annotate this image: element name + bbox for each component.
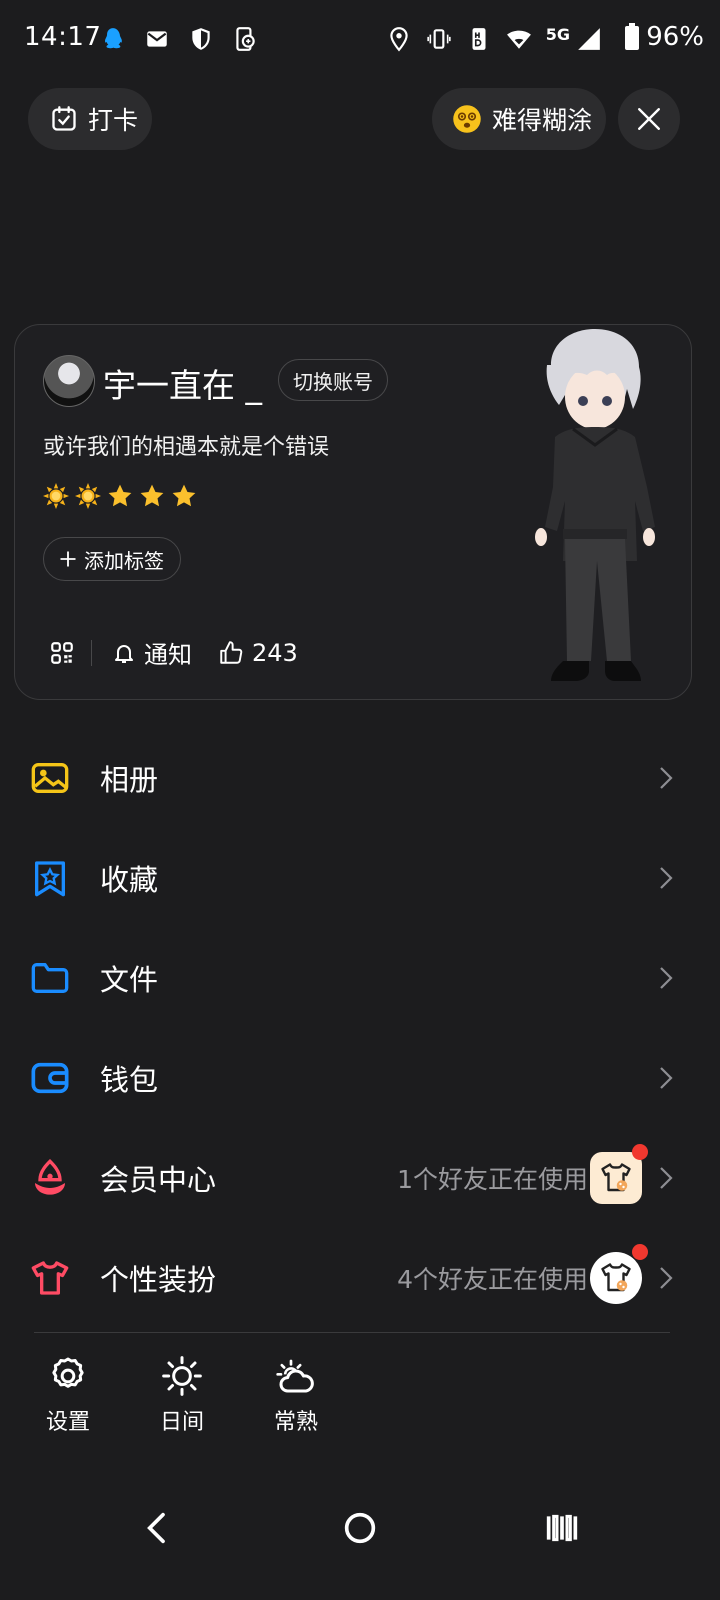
shield-icon [192, 28, 210, 50]
nickname[interactable]: 宇一直在 _ [103, 359, 262, 407]
location-icon [390, 27, 408, 52]
mood-status-button[interactable]: 难得糊涂 [432, 88, 606, 150]
menu-label: 会员中心 [100, 1163, 217, 1197]
phone-sync-icon [236, 27, 255, 51]
chevron-right-icon [660, 767, 673, 789]
menu-label: 相册 [100, 763, 159, 797]
tshirt-icon [31, 1261, 69, 1295]
plus-icon [60, 551, 76, 567]
notification-icons [100, 26, 258, 52]
menu-label: 文件 [100, 963, 159, 997]
vibrate-icon [427, 29, 451, 49]
qq-penguin-icon [105, 28, 122, 49]
battery-status: 96% [624, 22, 704, 52]
checkin-label: 打卡 [88, 106, 139, 135]
chevron-right-icon [660, 1267, 673, 1289]
weather-button[interactable]: 常熟 [256, 1356, 336, 1436]
calendar-check-icon [52, 106, 76, 131]
signature[interactable]: 或许我们的相遇本就是个错误 [43, 429, 329, 461]
tshirt-palette-icon [601, 1263, 631, 1292]
day-mode-button[interactable]: 日间 [142, 1356, 222, 1436]
bookmark-star-icon [35, 861, 65, 897]
avatar-figure[interactable] [493, 325, 693, 701]
bell-icon [115, 644, 133, 663]
wifi-icon [506, 30, 531, 49]
add-tag-button[interactable]: 添加标签 [43, 537, 181, 581]
tool-label: 常熟 [273, 1410, 318, 1435]
tool-label: 日间 [159, 1410, 204, 1435]
profile-card: 宇一直在 _ 切换账号 或许我们的相遇本就是个错误 添加标签 通知 243 [14, 324, 692, 700]
settings-button[interactable]: 设置 [28, 1356, 108, 1436]
mail-icon [147, 31, 167, 47]
likes-count: 243 [252, 638, 298, 667]
star-level-icon [108, 484, 132, 507]
likes-button[interactable]: 243 [218, 639, 298, 667]
menu-item-wallet[interactable]: 钱包 [0, 1042, 720, 1114]
close-icon [638, 108, 660, 130]
wallet-icon [31, 1062, 69, 1094]
close-button[interactable] [618, 88, 680, 150]
profile-actions: 通知 243 [49, 635, 324, 670]
top-bar: 打卡 难得糊涂 [0, 88, 720, 152]
menu-item-vip-center[interactable]: 会员中心 1个好友正在使用 [0, 1142, 720, 1214]
tool-label: 设置 [45, 1410, 90, 1435]
menu-item-album[interactable]: 相册 [0, 742, 720, 814]
add-tag-label: 添加标签 [84, 548, 164, 573]
tshirt-palette-icon [601, 1163, 631, 1192]
thumbs-up-icon [220, 640, 243, 664]
weather-cloud-sun-icon [276, 1359, 314, 1393]
personalization-item-badge [590, 1244, 648, 1304]
red-dot-badge [632, 1144, 648, 1160]
menu-label: 个性装扮 [100, 1263, 217, 1297]
network-type: 5G [545, 24, 570, 44]
status-time: 14:17 [24, 22, 102, 52]
chevron-right-icon [660, 1167, 673, 1189]
section-divider [34, 1332, 670, 1333]
chevron-right-icon [660, 1067, 673, 1089]
bottom-tools: 设置 日间 常熟 [0, 1356, 720, 1446]
home-icon[interactable] [340, 1508, 380, 1548]
chevron-right-icon [660, 967, 673, 989]
avatar[interactable] [43, 355, 95, 407]
vip-item-badge [590, 1144, 648, 1204]
recents-icon[interactable] [542, 1508, 582, 1548]
star-level-icon [172, 484, 196, 507]
star-level-icon [140, 484, 164, 507]
red-dot-badge [632, 1244, 648, 1260]
qr-code-icon[interactable] [49, 640, 75, 666]
status-bar: 14:17 5G 96% [0, 0, 720, 82]
notify-button[interactable]: 通知 [112, 635, 192, 670]
back-icon[interactable] [138, 1508, 178, 1548]
divider [91, 639, 92, 666]
dizzy-face-icon [453, 105, 481, 133]
notify-label: 通知 [144, 641, 192, 669]
folder-icon [31, 963, 69, 993]
menu-label: 钱包 [100, 1063, 159, 1097]
battery-percent: 96% [646, 22, 704, 52]
menu-item-favorites[interactable]: 收藏 [0, 842, 720, 914]
battery-icon [625, 23, 640, 50]
sun-icon [162, 1356, 202, 1396]
menu-item-personalization[interactable]: 个性装扮 4个好友正在使用 [0, 1242, 720, 1314]
hd-icon [472, 28, 486, 50]
system-icons: 5G [386, 24, 602, 52]
sun-level-icon [43, 483, 69, 509]
friends-using-text: 1个好友正在使用 [397, 1165, 588, 1194]
system-nav-bar [0, 1490, 720, 1570]
mood-label: 难得糊涂 [492, 106, 593, 135]
switch-account-button[interactable]: 切换账号 [278, 359, 388, 401]
checkin-button[interactable]: 打卡 [28, 88, 152, 150]
vip-icon [35, 1158, 65, 1195]
friends-using-text: 4个好友正在使用 [397, 1265, 588, 1294]
menu-label: 收藏 [100, 863, 159, 897]
gear-icon [52, 1357, 84, 1388]
sun-level-icon [75, 483, 101, 509]
menu-item-files[interactable]: 文件 [0, 942, 720, 1014]
signal-icon [578, 28, 600, 50]
level-badges[interactable] [43, 483, 197, 509]
image-icon [31, 763, 69, 793]
chevron-right-icon [660, 867, 673, 889]
